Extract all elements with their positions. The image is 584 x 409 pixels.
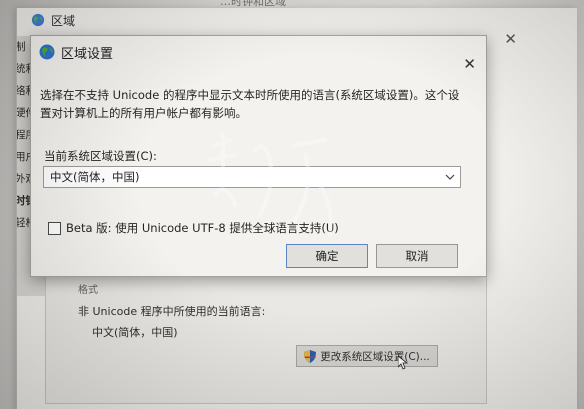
beta-utf8-checkbox[interactable]	[48, 221, 61, 235]
globe-icon	[39, 44, 55, 60]
screen-photo: …时钟和区域 区域 ✕ 制 统和 络和 硬件和 程序 用户 外观和 时钟和 轻松…	[0, 0, 584, 409]
watermark-logo	[208, 133, 333, 237]
change-system-locale-button[interactable]: 更改系统区域设置(C)...	[296, 345, 438, 367]
current-locale-label: 当前系统区域设置(C):	[44, 149, 157, 163]
dialog-title: 区域设置	[61, 46, 114, 62]
globe-icon	[31, 13, 45, 27]
system-locale-value: 中文(简体，中国)	[50, 170, 140, 184]
region-close-button[interactable]: ✕	[504, 30, 517, 48]
non-unicode-label: 非 Unicode 程序中所使用的当前语言:	[78, 305, 266, 318]
administrative-panel: 格式 非 Unicode 程序中所使用的当前语言: 中文(简体，中国) 更改系统…	[45, 272, 487, 404]
current-language-value: 中文(简体，中国)	[92, 326, 178, 339]
mouse-pointer-icon	[398, 356, 408, 370]
dialog-description: 选择在不支持 Unicode 的程序中显示文本时所使用的语言(系统区域设置)。这…	[40, 88, 460, 120]
region-window-title: 区域	[51, 13, 76, 28]
uac-shield-icon	[304, 349, 317, 363]
panel-heading-clip: 格式	[78, 285, 98, 296]
region-window-titlebar: 区域	[17, 8, 577, 32]
close-icon[interactable]: ✕	[463, 57, 476, 72]
cancel-button[interactable]: 取消	[376, 244, 458, 268]
chevron-down-icon	[445, 174, 455, 180]
change-system-locale-label: 更改系统区域设置(C)...	[320, 350, 430, 363]
dialog-titlebar: 区域设置	[31, 36, 486, 68]
